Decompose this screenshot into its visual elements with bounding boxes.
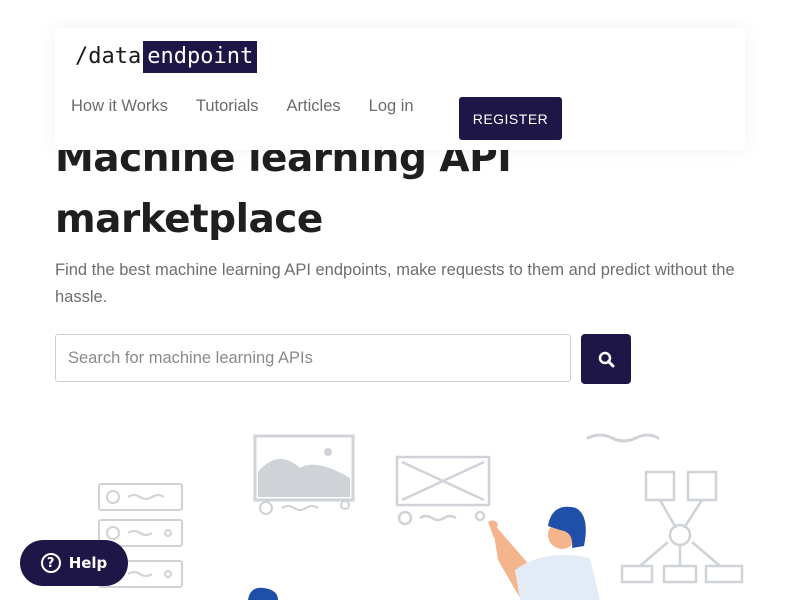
placeholder-card-illustration [395, 455, 491, 526]
nav-link-tutorials[interactable]: Tutorials [196, 97, 259, 116]
second-person-illustration [248, 587, 278, 600]
site-logo[interactable]: /data endpoint [75, 41, 258, 73]
help-button[interactable]: ? Help [20, 540, 128, 586]
person-illustration [488, 506, 600, 600]
squiggle-illustration [586, 433, 660, 443]
nav-link-how-it-works[interactable]: How it Works [71, 97, 168, 116]
hero-subtitle: Find the best machine learning API endpo… [55, 261, 735, 306]
question-circle-icon: ? [40, 553, 61, 573]
search-button[interactable] [581, 334, 631, 384]
navbar: /data endpoint How it Works Tutorials Ar… [55, 28, 745, 150]
nav-links: How it Works Tutorials Articles Log in [71, 97, 442, 116]
logo-highlight: endpoint [143, 41, 258, 73]
nav-link-login[interactable]: Log in [369, 97, 414, 116]
register-button[interactable]: REGISTER [459, 97, 562, 140]
search-input[interactable] [55, 334, 571, 382]
flowchart-illustration [620, 470, 744, 584]
logo-prefix: /data [75, 44, 142, 69]
search-icon [598, 351, 614, 367]
help-label: Help [68, 554, 108, 572]
image-card-illustration [253, 434, 355, 515]
nav-link-articles[interactable]: Articles [287, 97, 341, 116]
hero-title-line-2: marketplace [55, 197, 323, 242]
